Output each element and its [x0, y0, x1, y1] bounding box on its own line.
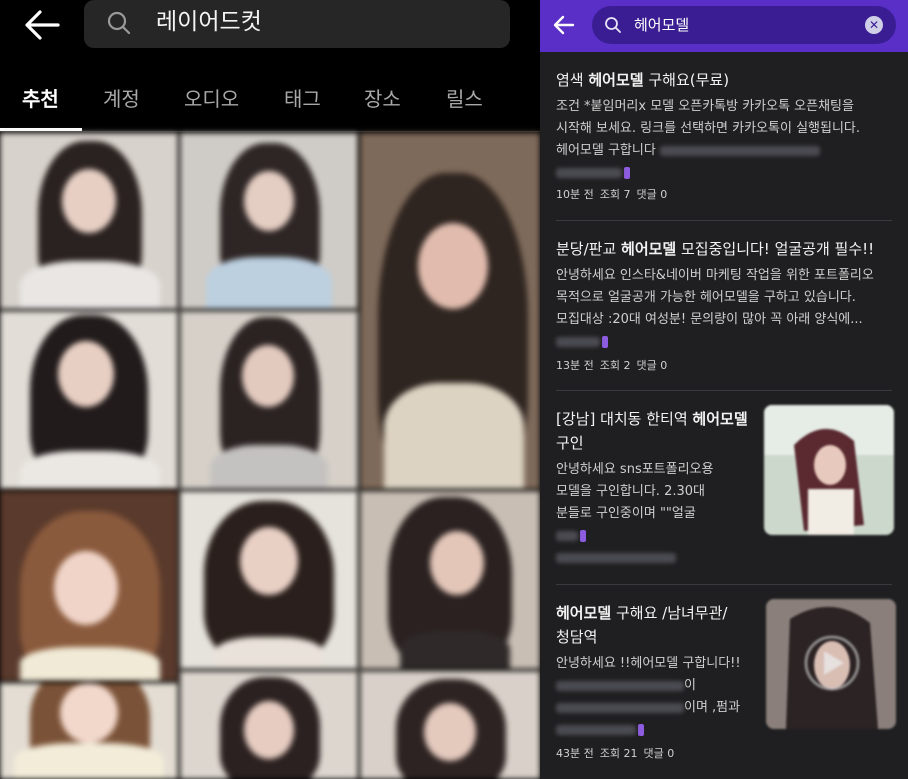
right-panel: 헤어모델 ✕ 염색 헤어모델 구해요(무료) 조건 *붙임머리x 모델 오픈카톡… — [540, 0, 908, 779]
post-title[interactable]: 분당/판교 헤어모델 모집중입니다! 얼굴공개 필수!! — [556, 237, 874, 261]
post-body: 안녕하세요 !!헤어모델 구합니다!! 이 이며 ,펌과 — [556, 653, 741, 741]
search-icon — [604, 16, 622, 34]
tab-audio[interactable]: 오디오 — [184, 86, 239, 112]
search-bar[interactable]: 레이어드컷 — [84, 0, 510, 48]
grid-photo[interactable] — [180, 133, 358, 309]
list-item[interactable]: [강남] 대치동 한티역 헤어모델 구인 안녕하세요 sns포트폴리오용 모델을… — [540, 391, 908, 583]
grid-photo[interactable] — [0, 491, 178, 681]
photo-grid — [0, 133, 540, 779]
post-meta: 43분 전 조회 21 댓글 0 — [556, 747, 675, 760]
grid-photo[interactable] — [360, 671, 540, 779]
post-meta: 13분 전 조회 2 댓글 0 — [556, 359, 668, 372]
tab-recommended[interactable]: 추천 — [22, 86, 59, 112]
search-bar[interactable]: 헤어모델 ✕ — [592, 6, 896, 44]
tab-tags[interactable]: 태그 — [284, 86, 321, 112]
list-item[interactable]: 염색 헤어모델 구해요(무료) 조건 *붙임머리x 모델 오픈카톡방 카카오톡 … — [540, 52, 908, 220]
grid-photo[interactable] — [180, 671, 358, 779]
post-thumbnail[interactable] — [766, 599, 896, 729]
post-body: 안녕하세요 sns포트폴리오용 모델을 구인합니다. 2.30대 분들로 구인중… — [556, 459, 713, 569]
post-body: 조건 *붙임머리x 모델 오픈카톡방 카카오톡 오픈채팅을 시작해 보세요. 링… — [556, 96, 860, 184]
list-item[interactable]: 헤어모델 구해요 /남녀무관/ 청담역 안녕하세요 !!헤어모델 구합니다!! … — [540, 585, 908, 779]
grid-photo[interactable] — [360, 491, 540, 669]
left-panel: 레이어드컷 추천 계정 오디오 태그 장소 릴스 — [0, 0, 540, 779]
back-arrow-icon[interactable] — [552, 14, 576, 36]
grid-photo[interactable] — [0, 311, 178, 489]
search-query[interactable]: 헤어모델 — [634, 15, 689, 35]
clear-icon[interactable]: ✕ — [865, 16, 883, 34]
search-icon — [106, 10, 132, 36]
post-title[interactable]: [강남] 대치동 한티역 헤어모델 구인 — [556, 407, 748, 455]
tab-places[interactable]: 장소 — [364, 86, 401, 112]
search-header: 헤어모델 ✕ — [540, 0, 908, 52]
tab-divider — [0, 131, 540, 132]
grid-photo[interactable] — [180, 491, 358, 669]
post-title[interactable]: 헤어모델 구해요 /남녀무관/ 청담역 — [556, 601, 727, 649]
tab-reels[interactable]: 릴스 — [446, 86, 483, 112]
search-tabs: 추천 계정 오디오 태그 장소 릴스 — [0, 78, 540, 130]
list-item[interactable]: 분당/판교 헤어모델 모집중입니다! 얼굴공개 필수!! 안녕하세요 인스타&네… — [540, 221, 908, 389]
post-title[interactable]: 염색 헤어모델 구해요(무료) — [556, 68, 729, 92]
grid-photo[interactable] — [180, 311, 358, 489]
grid-photo[interactable] — [0, 683, 178, 779]
grid-photo[interactable] — [0, 133, 178, 309]
post-meta: 10분 전 조회 7 댓글 0 — [556, 188, 668, 201]
grid-photo[interactable] — [360, 133, 540, 489]
tab-accounts[interactable]: 계정 — [103, 86, 140, 112]
post-thumbnail[interactable] — [764, 405, 894, 535]
post-body: 안녕하세요 인스타&네이버 마케팅 작업을 위한 포트폴리오 목적으로 얼굴공개… — [556, 265, 874, 353]
back-arrow-icon[interactable] — [22, 8, 62, 42]
search-query[interactable]: 레이어드컷 — [156, 7, 262, 37]
